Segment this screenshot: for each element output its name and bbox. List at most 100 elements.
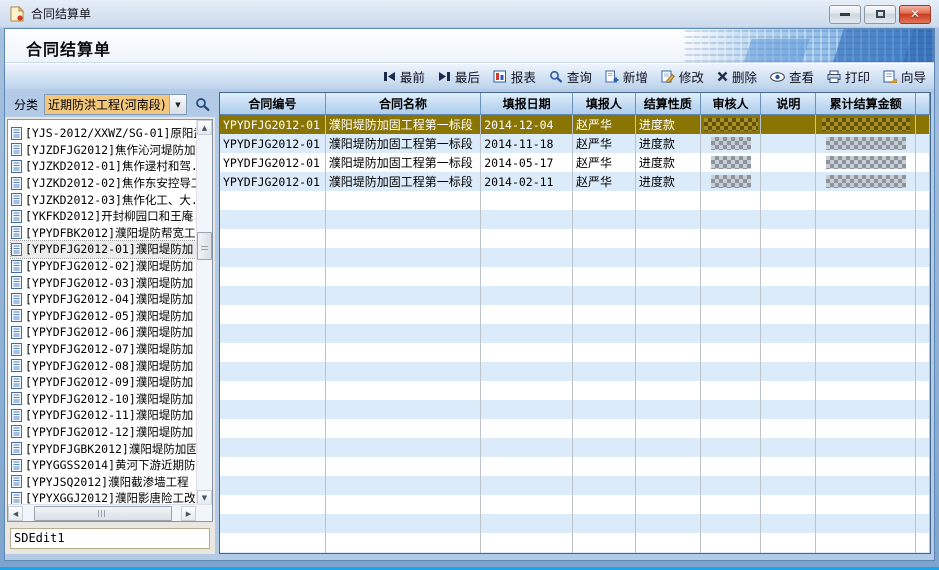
toolbar-button-label: 新增 [623,67,648,86]
list-item[interactable]: [YPYDFJG2012-06]濮阳堤防加.. [11,324,196,341]
cell-empty [816,343,916,362]
toolbar-button-last-record[interactable]: 最后 [438,67,480,86]
redacted-block [826,156,906,169]
cell-nature: 进度款 [636,153,701,172]
cell-empty [636,552,701,553]
toolbar-button-first-record[interactable]: 最前 [383,67,425,86]
toolbar-button-print[interactable]: 打印 [827,67,870,86]
list-item[interactable]: [YPYDFJG2012-02]濮阳堤防加.. [11,258,196,275]
category-search-button[interactable] [193,95,213,115]
cell-empty [701,419,762,438]
column-header-filler [916,93,930,115]
cell-empty [636,495,701,514]
table-row[interactable]: YPYDFJG2012-01濮阳堤防加固工程第一标段2014-05-17赵严华进… [220,153,930,172]
table-row-empty [220,381,930,400]
search-icon [195,97,211,112]
minimize-button[interactable] [829,5,861,24]
table-row-empty [220,286,930,305]
cell-empty [326,343,482,362]
list-item[interactable]: [YPYDFBK2012]濮阳堤防帮宽工程 [11,225,196,242]
list-item[interactable]: [YPYDFJG2012-04]濮阳堤防加.. [11,291,196,308]
list-item-label: [YJS-2012/XXWZ/SG-01]原阳武. [25,125,196,141]
toolbar-button-report[interactable]: 报表 [493,67,536,86]
cell-amount-redacted [816,153,916,172]
category-dropdown[interactable]: 近期防洪工程(河南段) ▼ [44,94,187,115]
cell-empty [701,229,762,248]
list-item[interactable]: [YPYDFJG2012-05]濮阳堤防加.. [11,308,196,325]
scroll-right-icon[interactable]: ▶ [181,506,196,521]
table-row[interactable]: YPYDFJG2012-01濮阳堤防加固工程第一标段2014-11-18赵严华进… [220,134,930,153]
column-header[interactable]: 填报日期 [481,93,573,115]
cell-empty [220,381,326,400]
list-item-label: [YPYDFBK2012]濮阳堤防帮宽工程 [25,225,196,241]
toolbar-button-view[interactable]: 查看 [770,67,814,86]
list-item[interactable]: [YPYDFJGBK2012]濮阳堤防加固. [11,440,196,457]
cell-empty [573,362,636,381]
cell-date: 2014-02-11 [481,172,573,191]
toolbar-button-add[interactable]: 新增 [605,67,648,86]
cell-empty [326,552,482,553]
chevron-down-icon[interactable]: ▼ [169,95,186,114]
column-header[interactable]: 结算性质 [636,93,701,115]
horizontal-scrollbar[interactable]: ◀ ▶ [8,504,212,521]
list-item[interactable]: [YPYDFJG2012-09]濮阳堤防加.. [11,374,196,391]
list-item[interactable]: [YPYDFJG2012-08]濮阳堤防加.. [11,357,196,374]
column-header[interactable]: 填报人 [573,93,636,115]
cell-empty [573,343,636,362]
cell-empty [816,381,916,400]
list-item[interactable]: [YPYDFJG2012-10]濮阳堤防加.. [11,391,196,408]
vertical-scrollbar[interactable]: ▲ ▼ [196,120,212,505]
close-button[interactable]: ✕ [899,5,931,24]
list-item[interactable]: [YPYDFJG2012-12]濮阳堤防加.. [11,424,196,441]
cell-empty [220,229,326,248]
list-item[interactable]: [YJZKD2012-02]焦作东安控导工 [11,175,196,192]
scroll-left-icon[interactable]: ◀ [8,506,23,521]
list-item[interactable]: [YPYDFJG2012-07]濮阳堤防加.. [11,341,196,358]
cell-empty [816,552,916,553]
list-item[interactable]: [YPYDFJG2012-01]濮阳堤防加.. [11,241,196,258]
maximize-button[interactable] [864,5,896,24]
column-header[interactable]: 审核人 [701,93,762,115]
toolbar-button-edit[interactable]: 修改 [661,67,704,86]
redacted-block [826,175,906,188]
list-item[interactable]: [YJS-2012/XXWZ/SG-01]原阳武. [11,125,196,142]
cell-empty [916,229,930,248]
scroll-down-icon[interactable]: ▼ [197,490,212,505]
toolbar-button-search[interactable]: 查询 [549,67,592,86]
view-icon [770,72,785,82]
list-item[interactable]: [YKFKD2012]开封柳园口和王庵. [11,208,196,225]
cell-nature: 进度款 [636,172,701,191]
column-header[interactable]: 说明 [761,93,816,115]
table-row[interactable]: YPYDFJG2012-01濮阳堤防加固工程第一标段2014-02-11赵严华进… [220,172,930,191]
cell-name: 濮阳堤防加固工程第一标段 [326,153,482,172]
list-item[interactable]: [YPYXGGJ2012]濮阳影唐险工改. [11,490,196,504]
list-item-label: [YPYDFJG2012-12]濮阳堤防加.. [25,424,196,440]
cell-amount-redacted [816,115,916,134]
list-item-label: [YPYDFJG2012-07]濮阳堤防加.. [25,341,196,357]
sdedit-field[interactable]: SDEdit1 [10,528,210,549]
column-header[interactable]: 累计结算金额 [816,93,916,115]
cell-empty [636,286,701,305]
column-header[interactable]: 合同编号 [220,93,326,115]
column-header[interactable]: 合同名称 [326,93,482,115]
list-item-label: [YPYDFJG2012-11]濮阳堤防加.. [25,407,196,423]
vertical-scrollbar-thumb[interactable] [197,232,212,260]
toolbar-button-label: 最后 [455,67,480,86]
scroll-up-icon[interactable]: ▲ [197,120,212,135]
category-row: 分类 近期防洪工程(河南段) ▼ [5,91,215,117]
list-item[interactable]: [YPYDFJG2012-03]濮阳堤防加.. [11,274,196,291]
cell-empty [220,457,326,476]
toolbar-button-delete[interactable]: 删除 [717,67,757,86]
toolbar-button-wizard[interactable]: 向导 [883,67,926,86]
table-row[interactable]: YPYDFJG2012-01濮阳堤防加固工程第一标段2014-12-04赵严华进… [220,115,930,134]
list-item[interactable]: [YPYDFJG2012-11]濮阳堤防加.. [11,407,196,424]
list-item[interactable]: [YJZKD2012-01]焦作逯村和驾.. [11,158,196,175]
list-item[interactable]: [YPYGGSS2014]黄河下游近期防. [11,457,196,474]
cell-empty [573,381,636,400]
list-item[interactable]: [YPYJSQ2012]濮阳截渗墙工程 [11,473,196,490]
list-item[interactable]: [YJZKD2012-03]焦作化工、大.. [11,191,196,208]
list-item[interactable]: [YJZDFJG2012]焦作沁河堤防加. [11,142,196,159]
list-item-label: [YKFKD2012]开封柳园口和王庵. [25,208,196,224]
horizontal-scrollbar-thumb[interactable] [34,506,172,521]
cell-empty [573,267,636,286]
